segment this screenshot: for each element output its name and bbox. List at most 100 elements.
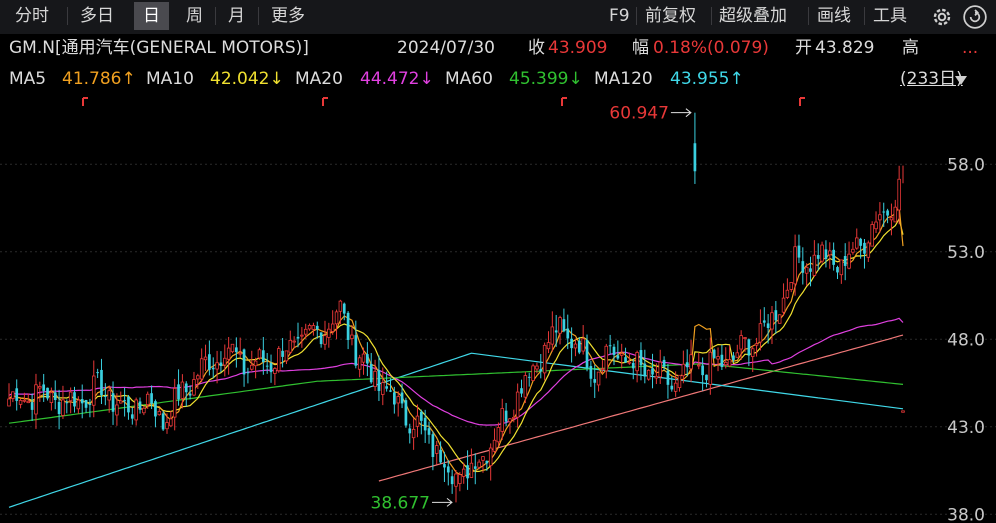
candle-body	[789, 282, 793, 290]
candle-body	[404, 400, 408, 426]
grid-lines	[0, 163, 996, 515]
candle-body	[616, 355, 620, 359]
open-value: 43.829	[815, 38, 875, 58]
candle-body	[878, 214, 882, 221]
candle-body	[488, 447, 493, 466]
candle-body	[701, 365, 704, 376]
candle-body	[284, 350, 289, 362]
candle-body	[851, 248, 855, 253]
period-toolbar: 分时 多日 日 周 月 更多 F9 前复权 超级叠加 画线 工具	[0, 0, 996, 34]
candle-body	[723, 361, 728, 366]
candle-body	[677, 374, 682, 388]
ma5-line	[8, 204, 904, 477]
candle-body	[145, 393, 150, 406]
candle-body	[766, 323, 770, 329]
candle-body	[296, 336, 300, 339]
candle-body	[415, 415, 420, 427]
candle-body	[154, 401, 157, 417]
divider	[215, 7, 216, 25]
tab-multi-day[interactable]: 多日	[71, 2, 123, 30]
tab-monthly[interactable]: 月	[219, 2, 254, 30]
candle-body	[265, 365, 269, 367]
candle-body	[705, 374, 708, 381]
candle-body	[130, 414, 134, 419]
candle-body	[253, 360, 258, 367]
tab-weekly[interactable]: 周	[177, 2, 212, 30]
dropdown-icon[interactable]	[953, 72, 969, 88]
event-marker	[561, 97, 567, 106]
y-tick-label: 43.0	[947, 418, 985, 438]
candle-body	[385, 386, 388, 389]
candle-body	[577, 340, 581, 353]
ma60-value: 45.399↓	[509, 69, 583, 89]
candle-body	[180, 381, 185, 399]
candle-body	[716, 356, 720, 360]
candle-body	[177, 384, 180, 400]
ma120-label: MA120	[594, 69, 653, 89]
tab-daily[interactable]: 日	[134, 2, 169, 30]
candle-body	[111, 393, 115, 412]
candle-body	[157, 411, 162, 416]
candle-body	[11, 391, 15, 399]
candle-body	[535, 365, 539, 370]
candles	[7, 112, 905, 503]
candle-body	[685, 362, 689, 368]
candle-body	[481, 456, 485, 461]
ma5-label: MA5	[9, 69, 47, 89]
y-axis: 58.0 53.0 48.0 43.0 38.0	[947, 155, 985, 523]
high-arrow	[670, 108, 692, 118]
candle-body	[812, 254, 817, 276]
candle-body	[689, 354, 693, 370]
overlay-button[interactable]: 超级叠加	[719, 2, 787, 30]
candle-body	[439, 449, 442, 463]
tab-more[interactable]: 更多	[262, 2, 314, 30]
candle-body	[15, 388, 19, 401]
candle-body	[712, 349, 716, 359]
candle-body	[7, 398, 11, 407]
draw-button[interactable]: 画线	[817, 2, 851, 30]
candle-body	[774, 310, 778, 321]
f9-button[interactable]: F9	[609, 2, 630, 30]
candle-body	[619, 353, 624, 356]
tab-intraday[interactable]: 分时	[6, 2, 58, 30]
tools-button[interactable]: 工具	[873, 2, 907, 30]
y-tick-label: 58.0	[947, 155, 985, 175]
candle-body	[504, 410, 508, 422]
candle-body	[80, 399, 84, 404]
candle-body	[643, 363, 647, 377]
event-marker	[322, 97, 328, 106]
candle-body	[485, 460, 489, 464]
refresh-icon[interactable]	[962, 4, 988, 30]
candle-body	[843, 255, 847, 266]
adjust-button[interactable]: 前复权	[645, 2, 696, 30]
y-tick-label: 38.0	[947, 505, 985, 523]
candle-body	[797, 245, 801, 258]
candle-body	[49, 392, 54, 403]
candle-body	[127, 396, 130, 413]
low-arrow	[432, 498, 453, 507]
candle-body	[754, 343, 759, 346]
candle-body	[612, 346, 616, 355]
candle-body	[562, 319, 566, 332]
divider	[864, 7, 865, 25]
candle-body	[211, 367, 215, 370]
gear-icon[interactable]	[929, 4, 955, 30]
candle-body	[208, 354, 211, 370]
candle-body	[73, 392, 76, 407]
candle-body	[762, 320, 766, 323]
more-indicator[interactable]: ...	[962, 34, 978, 62]
candle-body	[570, 338, 573, 349]
candle-body	[836, 267, 839, 273]
candlestick-chart[interactable]: 58.0 53.0 48.0 43.0 38.0 60.947 38.677	[0, 96, 996, 523]
candle-body	[84, 399, 88, 408]
candle-body	[281, 350, 284, 357]
divider	[67, 7, 68, 25]
candle-body	[119, 400, 123, 404]
y-tick-label: 53.0	[947, 243, 985, 263]
candle-body	[596, 371, 601, 386]
high-annotation: 60.947	[609, 104, 668, 124]
candle-body	[662, 359, 666, 367]
annotations: 60.947 38.677	[371, 104, 692, 513]
candle-body	[566, 328, 570, 339]
ma5-value: 41.786↑	[62, 69, 136, 89]
